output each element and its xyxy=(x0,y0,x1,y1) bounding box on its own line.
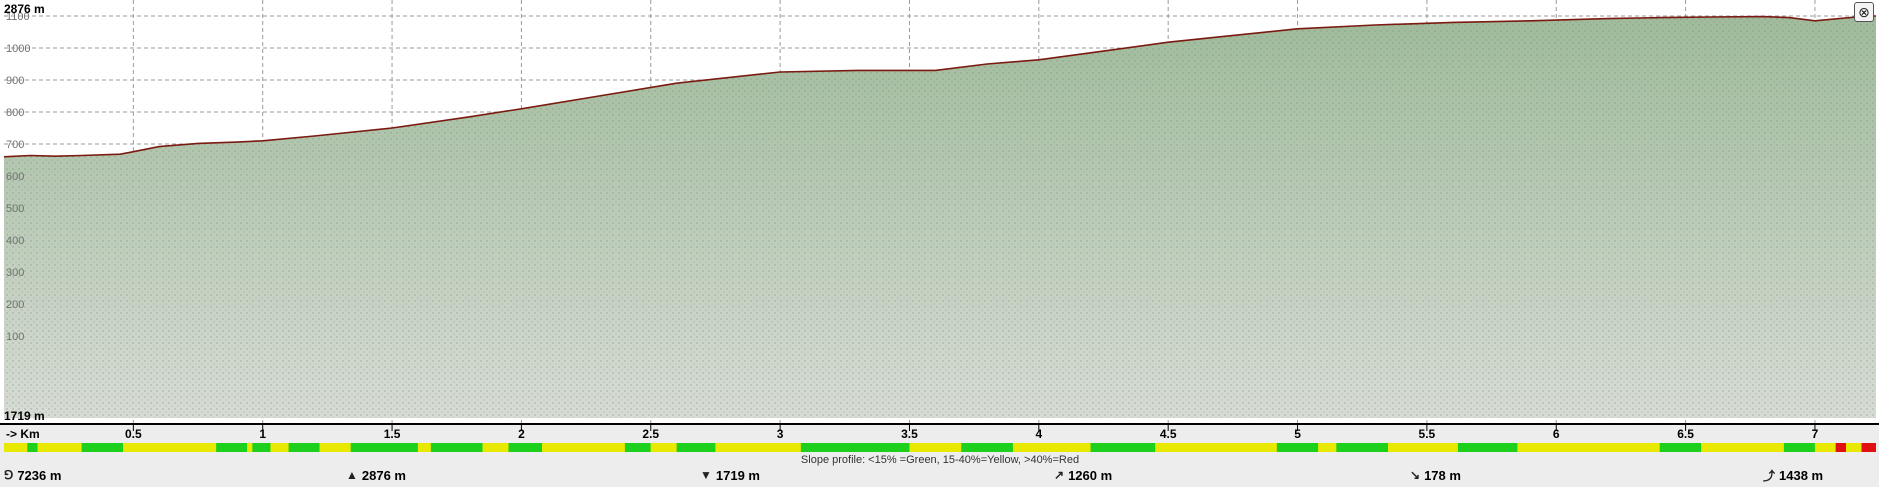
slope-segment xyxy=(1659,443,1702,452)
elevation-profile-chart: 11001000900800700600500400300200100 0.5 1… xyxy=(0,0,1879,487)
stat-min-elevation: ▼ 1719 m xyxy=(700,465,760,485)
slope-segment xyxy=(624,443,651,452)
x-tick-label: 4.5 xyxy=(1160,427,1177,441)
slope-segment xyxy=(650,443,677,452)
slope-segment xyxy=(247,443,253,452)
slope-segment xyxy=(252,443,271,452)
x-tick-label: 0.5 xyxy=(125,427,142,441)
slope-segment xyxy=(319,443,351,452)
slope-segment xyxy=(270,443,289,452)
slope-segment xyxy=(1155,443,1277,452)
slope-segment xyxy=(1783,443,1815,452)
x-tick-label: 6.5 xyxy=(1677,427,1694,441)
y-tick-label: 800 xyxy=(6,107,24,119)
close-button[interactable]: ⊗ xyxy=(1854,2,1874,22)
x-tick-label: 2 xyxy=(518,427,525,441)
y-tick-label: 200 xyxy=(6,299,24,311)
slope-segment xyxy=(1336,443,1389,452)
stat-max-elevation: ▲ 2876 m xyxy=(346,465,406,485)
route-icon: ⅁ xyxy=(4,468,14,482)
x-tick-label: 4 xyxy=(1035,427,1042,441)
slope-segment xyxy=(350,443,418,452)
stat-distance: ⅁ 7236 m xyxy=(4,465,61,485)
profile-area xyxy=(3,15,1876,418)
slope-segment xyxy=(1318,443,1337,452)
stat-total-ascent: ↗ 1260 m xyxy=(1054,465,1112,485)
profile-texture xyxy=(4,16,1876,418)
x-tick-label: 3 xyxy=(777,427,784,441)
slope-segment xyxy=(909,443,962,452)
x-tick-label: 5 xyxy=(1294,427,1301,441)
slope-segment xyxy=(1012,443,1091,452)
slope-segment xyxy=(1517,443,1660,452)
slope-segment xyxy=(1276,443,1319,452)
slope-segment xyxy=(1845,443,1862,452)
peak-low-icon: ▼ xyxy=(700,468,712,482)
min-elevation-value: 1719 m xyxy=(715,467,760,483)
slope-segment xyxy=(81,443,124,452)
elevation-gain-value: 1438 m xyxy=(1779,467,1824,483)
distance-value: 7236 m xyxy=(17,467,62,483)
x-tick-label: 3.5 xyxy=(901,427,918,441)
slope-segment xyxy=(37,443,82,452)
stat-elevation-gain: ⤴ 1438 m xyxy=(1763,465,1823,485)
slope-segment xyxy=(4,443,28,452)
y-tick-label: 600 xyxy=(6,171,24,183)
x-tick-label: 1.5 xyxy=(384,427,401,441)
gain-icon: ⤴ xyxy=(1763,468,1776,483)
y-tick-label: 1000 xyxy=(6,43,30,55)
close-icon: ⊗ xyxy=(1858,3,1870,20)
max-elevation-value: 2876 m xyxy=(361,467,406,483)
slope-segment xyxy=(27,443,38,452)
slope-segment xyxy=(800,443,910,452)
y-top-label: 2876 m xyxy=(4,2,45,16)
slope-segment xyxy=(482,443,509,452)
slope-segment xyxy=(1814,443,1836,452)
slope-segment xyxy=(288,443,320,452)
slope-segment xyxy=(430,443,483,452)
x-tick-label: 6 xyxy=(1553,427,1560,441)
slope-segment xyxy=(676,443,716,452)
x-tick-label: 1 xyxy=(259,427,266,441)
slope-segment xyxy=(961,443,1013,452)
elevation-profile-panel: 1100 1000 900 800 700 600 500 400 300 200 100 0.5 1… xyxy=(0,0,1879,487)
y-bottom-label: 1719 m xyxy=(4,409,45,423)
total-ascent-value: 1260 m xyxy=(1068,467,1113,483)
slope-legend: Slope profile: <15% =Green, 15-40%=Yello… xyxy=(801,454,1079,466)
y-tick-label: 900 xyxy=(6,75,24,87)
descent-icon: ↘ xyxy=(1410,468,1421,482)
slope-segment xyxy=(123,443,217,452)
stat-total-descent: ↘ 178 m xyxy=(1410,465,1461,485)
x-tick-label: 7 xyxy=(1812,427,1819,441)
x-tick-label: 2.5 xyxy=(642,427,659,441)
slope-segment xyxy=(1701,443,1784,452)
slope-segment xyxy=(1835,443,1846,452)
y-tick-label: 500 xyxy=(6,203,24,215)
slope-segment xyxy=(1861,443,1876,452)
slope-segment xyxy=(216,443,248,452)
slope-segment xyxy=(1090,443,1156,452)
y-tick-label: 400 xyxy=(6,235,24,247)
total-descent-value: 178 m xyxy=(1424,467,1461,483)
y-tick-label: 300 xyxy=(6,267,24,279)
y-tick-label: 700 xyxy=(6,139,24,151)
y-tick-label: 100 xyxy=(6,331,24,343)
peak-high-icon: ▲ xyxy=(346,468,358,482)
slope-segment xyxy=(542,443,625,452)
slope-segment xyxy=(1457,443,1518,452)
slope-segment xyxy=(1388,443,1458,452)
ascent-icon: ↗ xyxy=(1054,468,1065,482)
slope-segment xyxy=(417,443,431,452)
slope-segment xyxy=(715,443,801,452)
x-tick-label: 5.5 xyxy=(1419,427,1436,441)
slope-segment xyxy=(508,443,543,452)
slope-profile-bar xyxy=(4,443,1876,452)
x-unit-label: -> Km xyxy=(6,427,40,441)
